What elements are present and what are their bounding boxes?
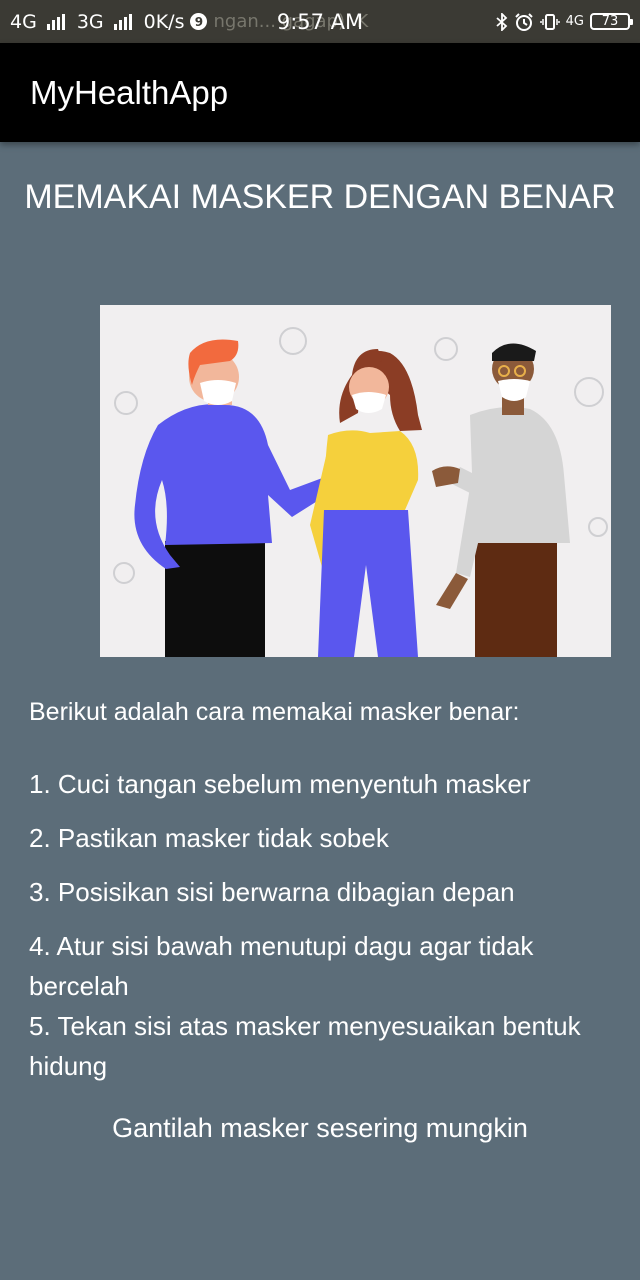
intro-text: Berikut adalah cara memakai masker benar…: [29, 698, 520, 726]
list-item: 1. Cuci tangan sebelum menyentuh masker: [29, 769, 531, 799]
network-4g-label: 4G: [10, 10, 37, 33]
battery-level: 73: [601, 14, 619, 29]
network-4g-label-2: 4G: [565, 14, 584, 29]
bluetooth-icon: [496, 12, 507, 31]
app-bar: MyHealthApp: [0, 43, 640, 142]
footer-note: Gantilah masker sesering mungkin: [112, 1113, 528, 1143]
status-bar: 4G 3G 0K/s 9 ngan... gagap). K 9:57 AM 4…: [0, 0, 640, 43]
steps-list: 1. Cuci tangan sebelum menyentuh masker …: [29, 764, 619, 1100]
list-item: 3. Posisikan sisi berwarna dibagian depa…: [29, 877, 515, 907]
signal-icon: [113, 13, 132, 30]
page-title: MEMAKAI MASKER DENGAN BENAR: [24, 178, 616, 216]
list-item: 4. Atur sisi bawah menutupi dagu agar ti…: [29, 931, 534, 1001]
app-title: MyHealthApp: [30, 74, 229, 111]
network-3g-label: 3G: [76, 10, 104, 33]
people-wearing-masks-image: [113, 327, 608, 657]
mask-illustration: [100, 305, 611, 657]
signal-icon: [46, 13, 65, 30]
alarm-icon: [514, 12, 533, 31]
vibrate-icon: [539, 13, 560, 30]
notification-ticker: ngan... gagap). K: [213, 11, 369, 32]
list-item: 5. Tekan sisi atas masker menyesuaikan b…: [29, 1011, 581, 1081]
notification-badge-icon: 9: [190, 13, 208, 30]
battery-icon: 73: [590, 13, 633, 30]
list-item: 2. Pastikan masker tidak sobek: [29, 823, 389, 853]
network-speed: 0K/s: [143, 10, 185, 33]
